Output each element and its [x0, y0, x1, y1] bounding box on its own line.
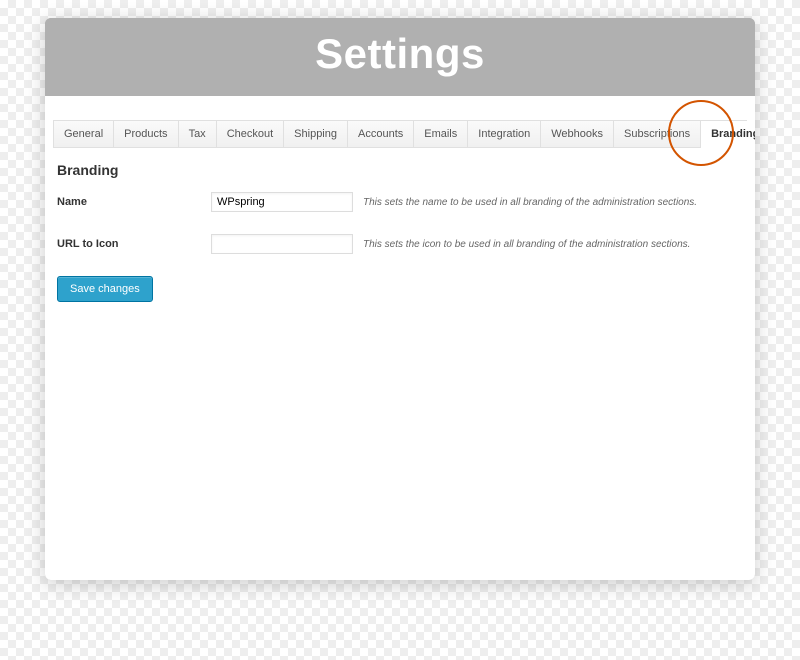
- tab-webhooks[interactable]: Webhooks: [541, 121, 614, 147]
- tab-emails[interactable]: Emails: [414, 121, 468, 147]
- url-icon-hint: This sets the icon to be used in all bra…: [363, 239, 690, 250]
- url-icon-input[interactable]: [211, 234, 353, 254]
- tab-branding[interactable]: Branding: [701, 121, 755, 147]
- form-row-name: Name This sets the name to be used in al…: [53, 192, 747, 212]
- url-icon-label: URL to Icon: [53, 238, 211, 250]
- window-header: Settings: [45, 18, 755, 96]
- settings-tabs: General Products Tax Checkout Shipping A…: [53, 120, 747, 148]
- save-button[interactable]: Save changes: [57, 276, 153, 302]
- page-title: Settings: [45, 30, 755, 78]
- name-label: Name: [53, 196, 211, 208]
- name-input[interactable]: [211, 192, 353, 212]
- tab-shipping[interactable]: Shipping: [284, 121, 348, 147]
- content-area: General Products Tax Checkout Shipping A…: [45, 96, 755, 580]
- tab-subscriptions[interactable]: Subscriptions: [614, 121, 701, 147]
- tab-accounts[interactable]: Accounts: [348, 121, 414, 147]
- settings-window: Settings General Products Tax Checkout S…: [45, 18, 755, 580]
- tab-tax[interactable]: Tax: [179, 121, 217, 147]
- tab-general[interactable]: General: [54, 121, 114, 147]
- tab-products[interactable]: Products: [114, 121, 178, 147]
- tab-checkout[interactable]: Checkout: [217, 121, 284, 147]
- name-hint: This sets the name to be used in all bra…: [363, 197, 697, 208]
- section-title: Branding: [57, 162, 747, 178]
- form-row-url-icon: URL to Icon This sets the icon to be use…: [53, 234, 747, 254]
- tab-integration[interactable]: Integration: [468, 121, 541, 147]
